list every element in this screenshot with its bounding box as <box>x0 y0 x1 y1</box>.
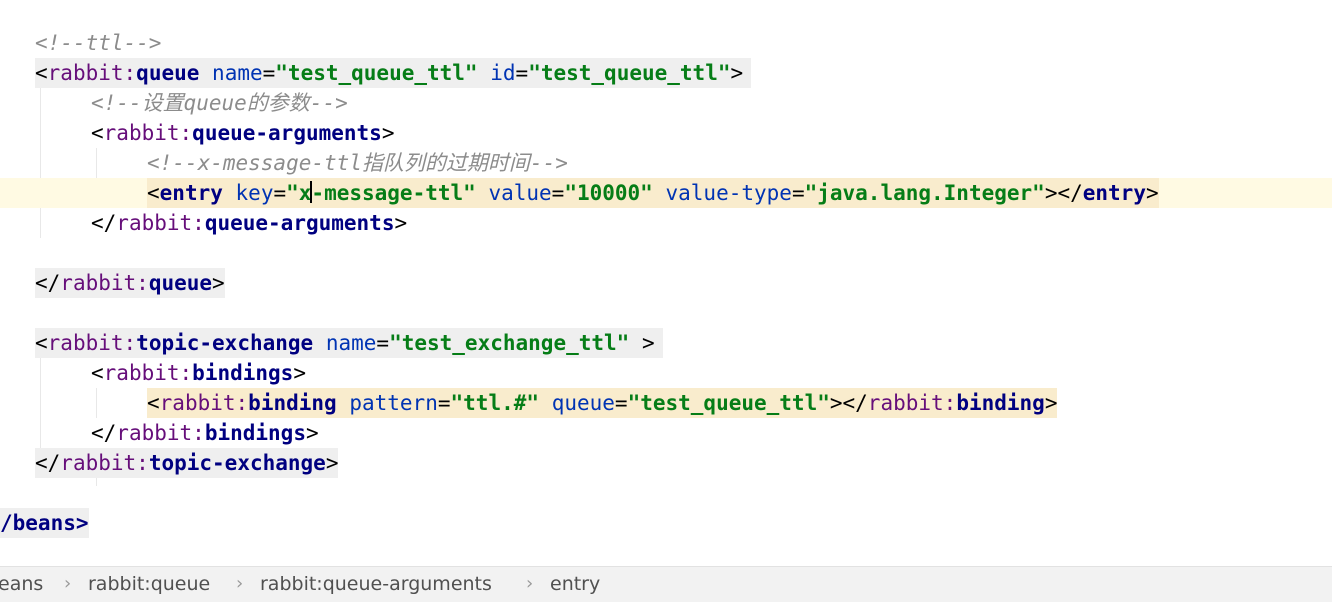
topic-exchange-open-tag: <rabbit:topic-exchange name="test_exchan… <box>35 328 663 358</box>
code-line[interactable]: </rabbit:queue-arguments> <box>0 208 407 238</box>
breadcrumb-item-entry[interactable]: entry <box>550 567 600 601</box>
comment-text: 指队列的过期时间--> <box>361 151 568 175</box>
chevron-right-icon: › <box>64 573 72 594</box>
code-line[interactable]: </rabbit:queue> <box>0 268 225 298</box>
code-line[interactable]: /beans> <box>0 508 89 538</box>
code-line[interactable]: </rabbit:topic-exchange> <box>0 448 339 478</box>
bindings-close-tag: </rabbit:bindings> <box>91 421 319 445</box>
code-line[interactable]: <!--ttl--> <box>0 28 161 58</box>
beans-close-tag: /beans> <box>0 508 89 538</box>
breadcrumb-item-beans[interactable]: eans <box>0 567 43 601</box>
queue-close-tag: </rabbit:queue> <box>35 268 225 298</box>
comment-text: <!--设置 <box>91 91 184 115</box>
entry-tag: <entry key="x-message-ttl" value="10000"… <box>147 178 1159 208</box>
bindings-open-tag: <rabbit:bindings> <box>91 361 306 385</box>
code-line[interactable]: <rabbit:topic-exchange name="test_exchan… <box>0 328 663 358</box>
code-line[interactable]: <rabbit:queue-arguments> <box>0 118 394 148</box>
queue-arguments-open-tag: <rabbit:queue-arguments> <box>91 121 395 145</box>
breadcrumb-item-rabbit-queue-arguments[interactable]: rabbit:queue-arguments <box>260 567 492 601</box>
comment-ttl: <!--ttl--> <box>35 31 162 55</box>
code-editor[interactable]: <!--ttl--> <rabbit:queue name="test_queu… <box>0 0 1332 566</box>
breadcrumb-bar: eans › rabbit:queue › rabbit:queue-argum… <box>0 566 1332 602</box>
comment-text: queue <box>183 91 247 115</box>
queue-arguments-close-tag: </rabbit:queue-arguments> <box>91 211 408 235</box>
comment-text: <!--x-message-ttl <box>147 151 362 175</box>
code-line[interactable]: </rabbit:bindings> <box>0 418 319 448</box>
code-line[interactable]: <!--x-message-ttl指队列的过期时间--> <box>0 148 568 178</box>
code-line[interactable]: <rabbit:binding pattern="ttl.#" queue="t… <box>0 388 1058 418</box>
breadcrumb-item-rabbit-queue[interactable]: rabbit:queue <box>88 567 210 601</box>
chevron-right-icon: › <box>526 573 534 594</box>
indent-guide <box>96 388 97 418</box>
binding-tag: <rabbit:binding pattern="ttl.#" queue="t… <box>147 388 1058 418</box>
queue-open-tag: <rabbit:queue name="test_queue_ttl" id="… <box>35 58 752 88</box>
topic-exchange-close-tag: </rabbit:topic-exchange> <box>35 448 339 478</box>
indent-guide <box>96 478 97 486</box>
comment-text: 的参数--> <box>246 91 348 115</box>
current-code-line[interactable]: <entry key="x-message-ttl" value="10000"… <box>0 178 1332 208</box>
code-line[interactable]: <!--设置queue的参数--> <box>0 88 348 118</box>
code-line[interactable]: <rabbit:bindings> <box>0 358 306 388</box>
code-line[interactable]: <rabbit:queue name="test_queue_ttl" id="… <box>0 58 752 88</box>
chevron-right-icon: › <box>236 573 244 594</box>
